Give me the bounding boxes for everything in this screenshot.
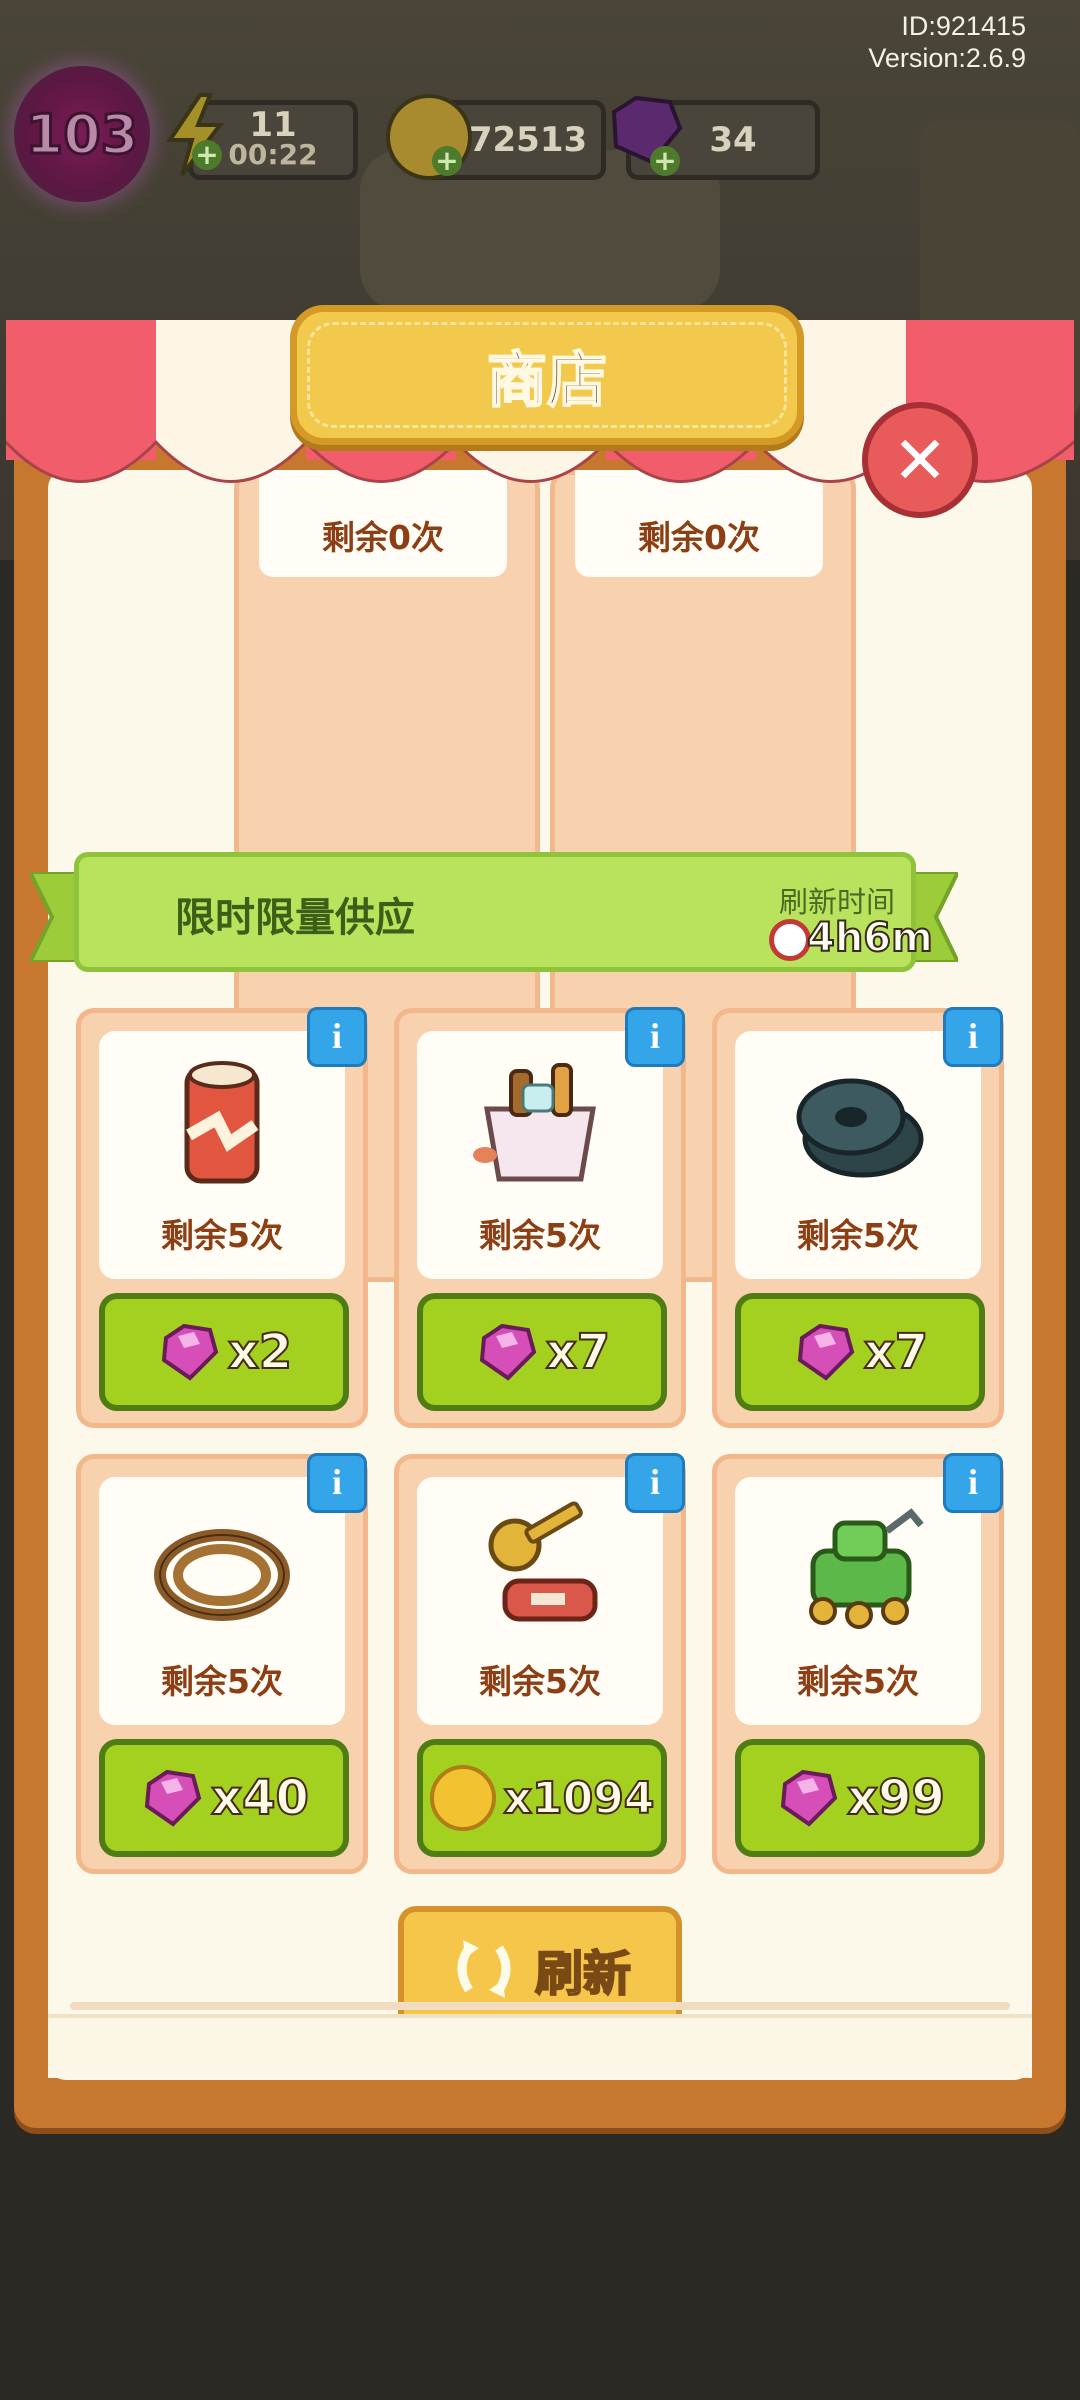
price-text: x7	[863, 1323, 929, 1381]
add-coins-button[interactable]: +	[432, 146, 462, 176]
remaining-count: 剩余5次	[797, 1662, 919, 1701]
shop-title-banner: 商店	[290, 305, 804, 445]
info-button[interactable]: i	[307, 1007, 367, 1067]
shop-item[interactable]: 剩余5次 i x99	[712, 1453, 1004, 1874]
price-text: x40	[210, 1769, 310, 1827]
gem-icon	[781, 1769, 838, 1827]
level-number: 103	[24, 101, 140, 167]
energy-value: 11	[249, 105, 297, 145]
remaining-count: 剩余5次	[161, 1662, 283, 1701]
clock-icon	[769, 919, 811, 961]
shop-item[interactable]: 剩余5次 i x7	[394, 1007, 686, 1428]
remaining-count: 剩余5次	[797, 1216, 919, 1255]
level-badge[interactable]: 103	[14, 66, 150, 202]
buy-button[interactable]: x7	[735, 1293, 985, 1411]
price-text: x1094	[503, 1772, 656, 1825]
refresh-time: 4h6m	[806, 914, 934, 962]
limited-title: 限时限量供应	[175, 895, 415, 941]
item-card: 剩余5次	[417, 1031, 663, 1279]
gem-icon	[479, 1323, 537, 1381]
gem-icon	[797, 1323, 855, 1381]
remaining-count: 剩余5次	[479, 1216, 601, 1255]
weight-plates-icon	[796, 1078, 924, 1178]
info-button[interactable]: i	[307, 1453, 367, 1513]
item-card: 剩余5次	[417, 1477, 663, 1725]
player-id: ID:921415	[901, 11, 1026, 41]
close-icon: ✕	[892, 421, 948, 499]
price-text: x2	[227, 1323, 293, 1381]
remaining-count: 剩余5次	[479, 1662, 601, 1701]
shop-item[interactable]: 剩余5次 i x1094	[394, 1453, 686, 1874]
add-gems-button[interactable]: +	[650, 146, 680, 176]
shop-item[interactable]: 剩余5次 i x2	[76, 1007, 368, 1428]
info-button[interactable]: i	[625, 1453, 685, 1513]
remaining-count: 剩余5次	[161, 1216, 283, 1255]
buy-button[interactable]: x7	[417, 1293, 667, 1411]
item-card: 剩余5次	[99, 1477, 345, 1725]
energy-timer: 00:22	[228, 138, 318, 171]
info-button[interactable]: i	[943, 1453, 1003, 1513]
version-text: Version:2.6.9	[868, 43, 1026, 73]
coin-icon	[429, 1765, 496, 1831]
key-tag-icon	[488, 1501, 598, 1622]
limited-banner-body: 限时限量供应 刷新时间 4h6m	[74, 852, 934, 972]
buy-button[interactable]: x40	[99, 1739, 349, 1857]
shop-title: 商店	[486, 345, 608, 417]
buy-button[interactable]: x1094	[417, 1739, 667, 1857]
item-card: 剩余5次	[99, 1031, 345, 1279]
rope-coil-icon	[154, 1529, 290, 1621]
buy-button[interactable]: x2	[99, 1293, 349, 1411]
item-card: 剩余5次	[735, 1031, 981, 1279]
refresh-icon	[457, 1940, 511, 1998]
price-text: x99	[846, 1769, 946, 1827]
info-button[interactable]: i	[943, 1007, 1003, 1067]
ice-bucket-icon	[473, 1063, 596, 1182]
close-button[interactable]: ✕	[862, 402, 978, 518]
shop-item[interactable]: 剩余5次 i x40	[76, 1453, 368, 1874]
info-button[interactable]: i	[625, 1007, 685, 1067]
gem-icon	[145, 1769, 202, 1827]
gem-value: 34	[709, 120, 757, 160]
coin-value: 72513	[468, 120, 588, 160]
divider	[70, 2002, 1010, 2010]
soda-can-icon	[184, 1061, 260, 1184]
buy-button[interactable]: x99	[735, 1739, 985, 1857]
price-text: x7	[545, 1323, 611, 1381]
add-energy-button[interactable]: +	[192, 140, 222, 170]
shop-item[interactable]: 剩余5次 i x7	[712, 1007, 1004, 1428]
refresh-label: 刷新	[534, 1945, 632, 2003]
item-card: 剩余5次	[735, 1477, 981, 1725]
limited-supply-banner: 限时限量供应 刷新时间 4h6m	[30, 852, 958, 972]
green-robot-icon	[809, 1508, 924, 1629]
panel-bottom	[48, 2014, 1032, 2078]
gem-icon	[161, 1323, 219, 1381]
version-info: ID:921415 Version:2.6.9	[868, 10, 1026, 74]
